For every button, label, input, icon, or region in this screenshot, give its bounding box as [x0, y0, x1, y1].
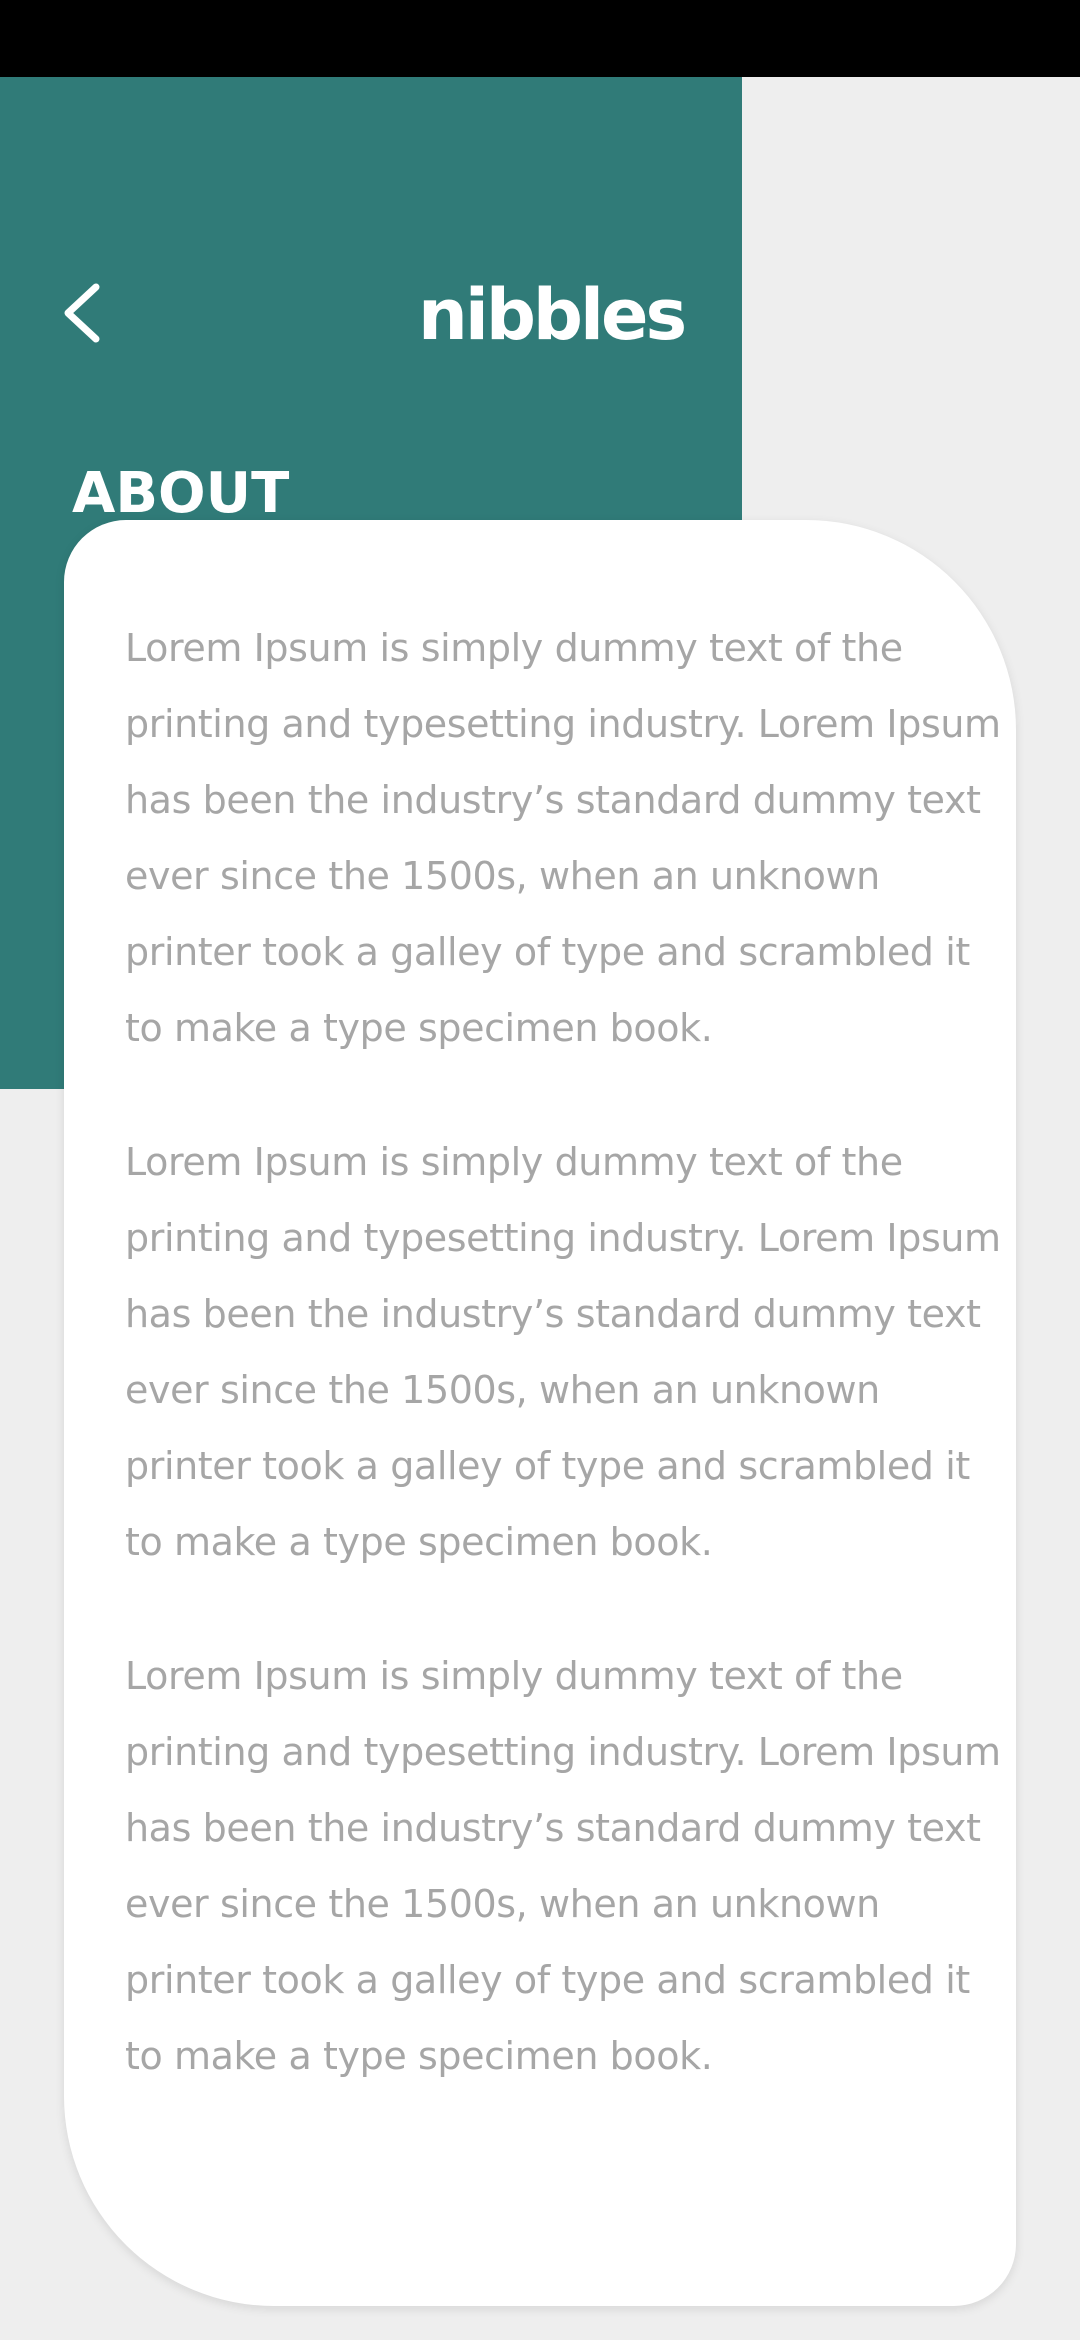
back-button[interactable]: [52, 277, 112, 349]
status-bar: [0, 0, 1080, 77]
about-content-card: Lorem Ipsum is simply dummy text of the …: [64, 520, 1016, 2306]
about-paragraph: Lorem Ipsum is simply dummy text of the …: [125, 1654, 1001, 2078]
about-paragraph: Lorem Ipsum is simply dummy text of the …: [125, 1140, 1001, 1564]
page-title: ABOUT: [72, 461, 290, 526]
app-logo: nibbles: [418, 274, 687, 356]
chevron-left-icon: [64, 283, 100, 343]
about-text: Lorem Ipsum is simply dummy text of the …: [125, 610, 1005, 2094]
about-paragraph: Lorem Ipsum is simply dummy text of the …: [125, 626, 1001, 1050]
